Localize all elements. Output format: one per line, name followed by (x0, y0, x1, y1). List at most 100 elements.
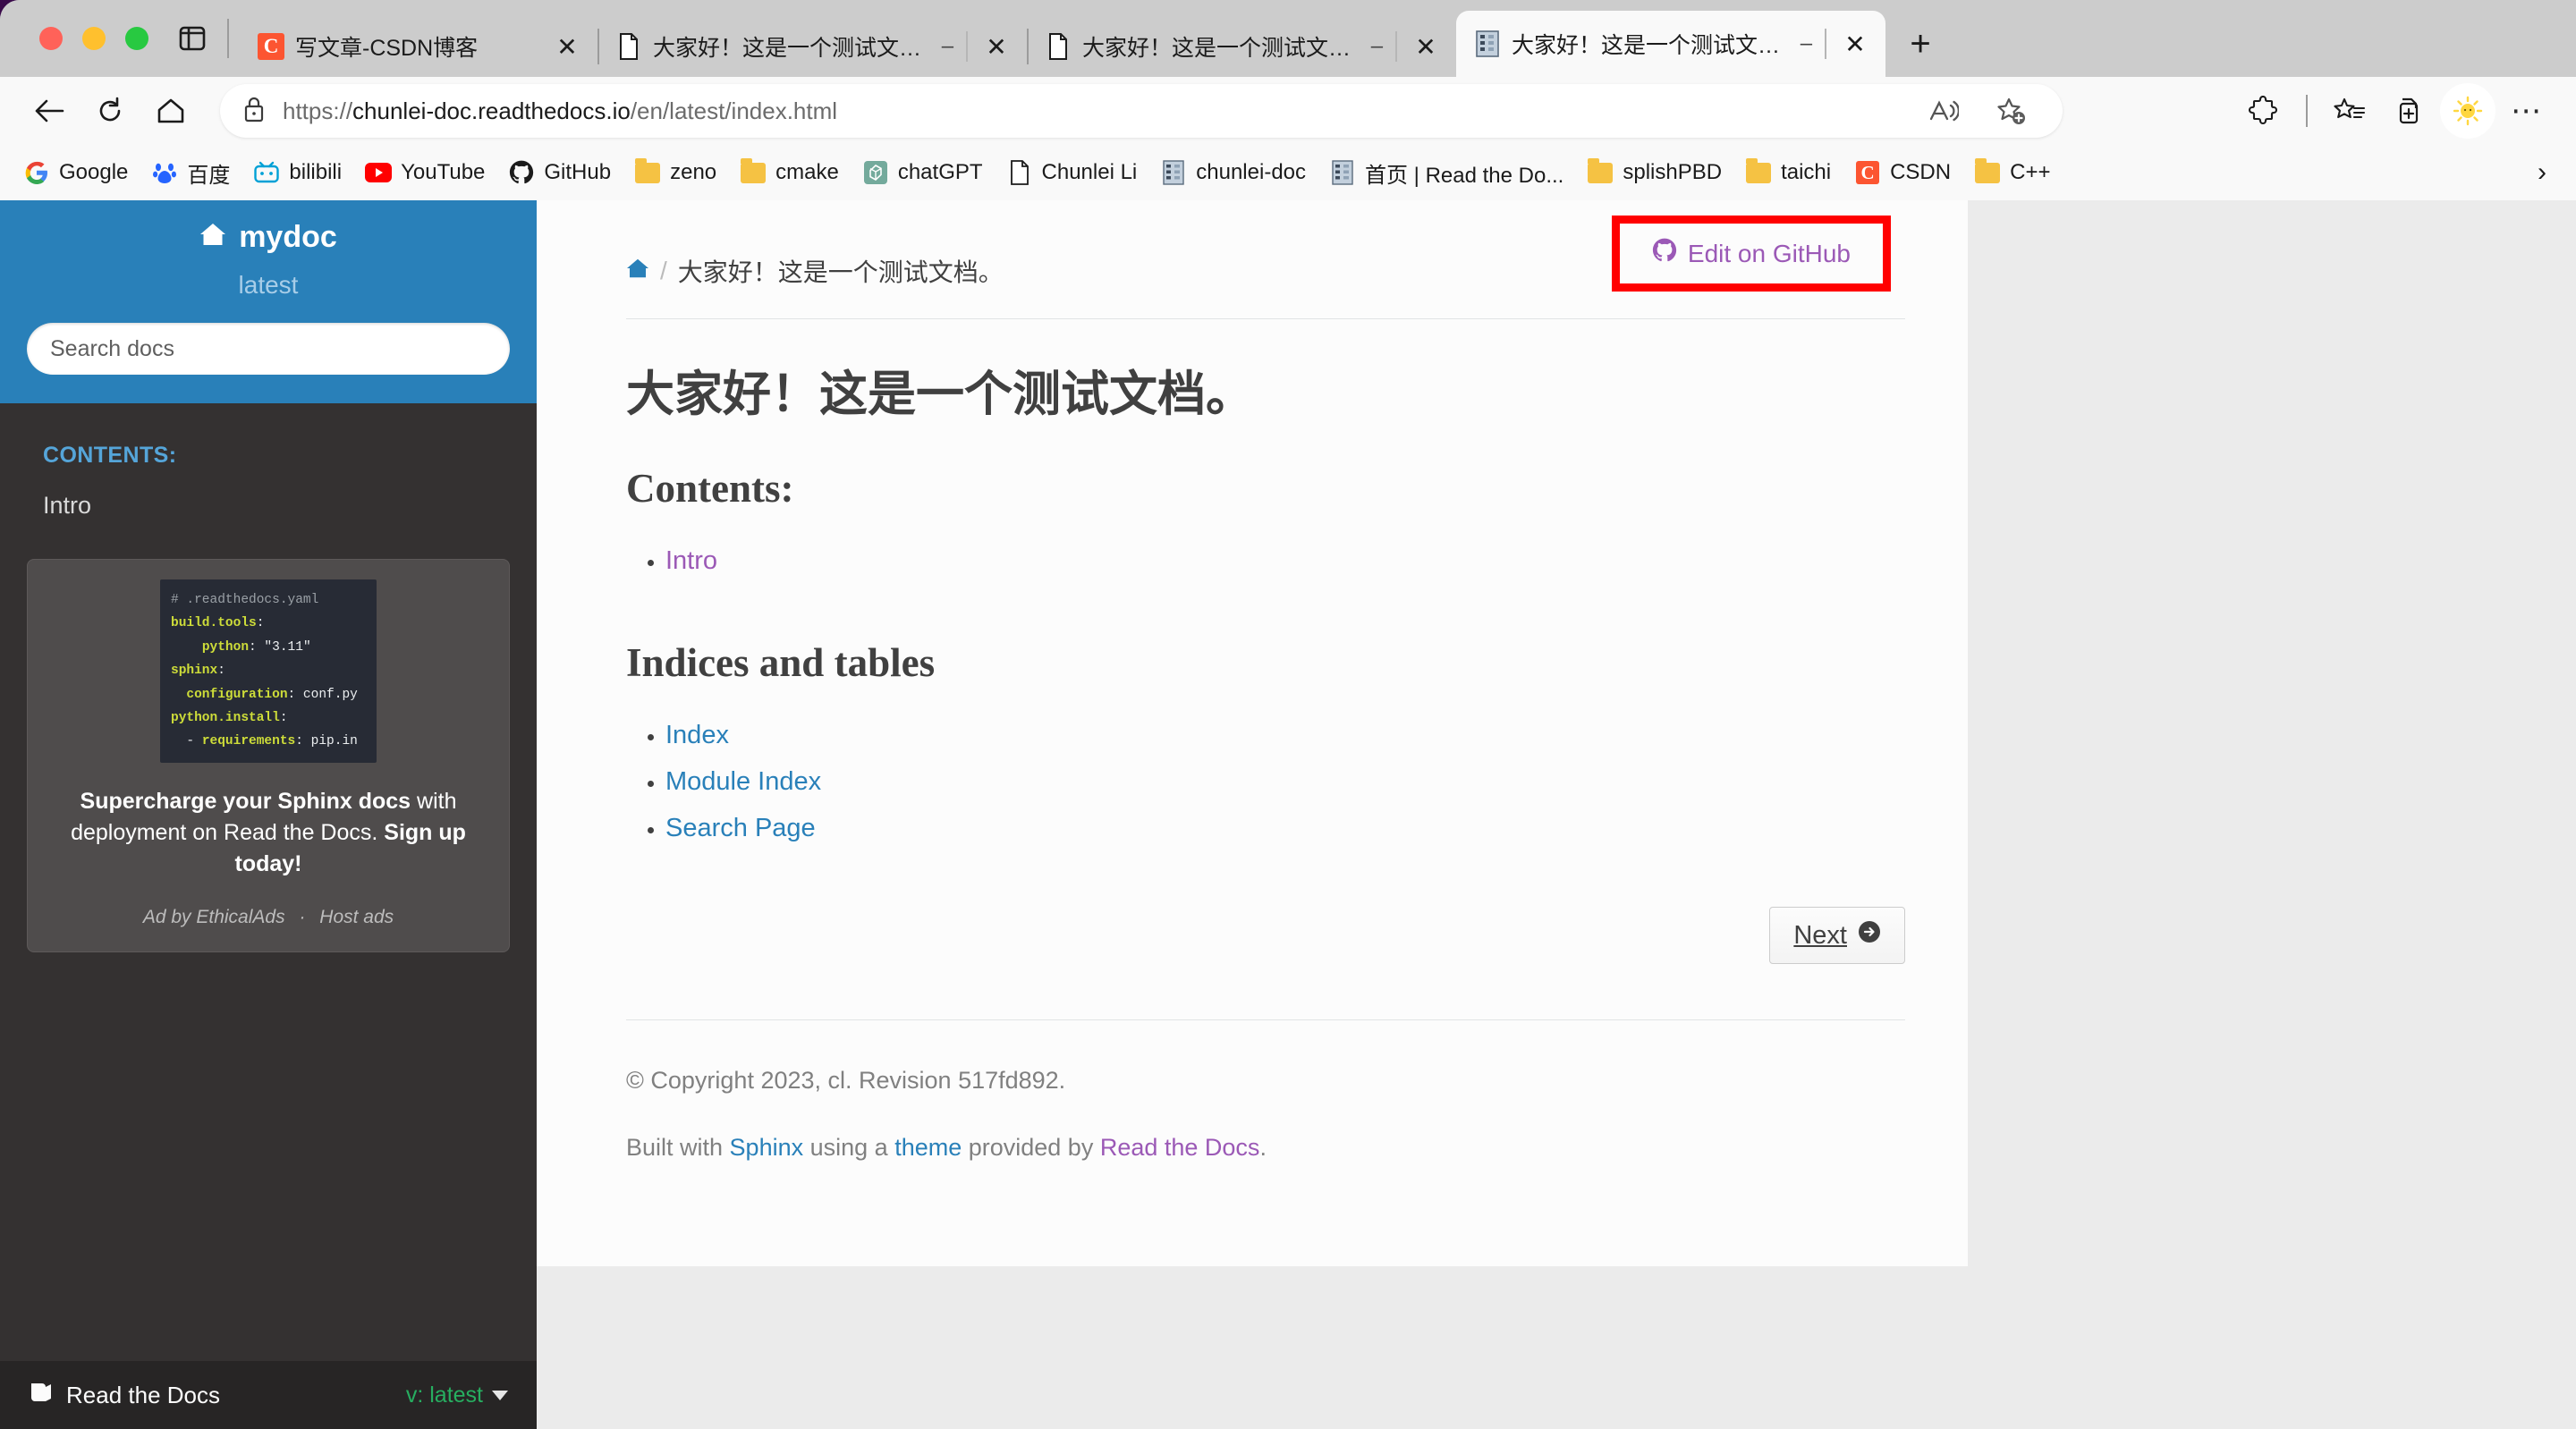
next-button-label: Next (1793, 920, 1847, 950)
read-aloud-icon[interactable] (1916, 83, 1971, 139)
bookmark-label: chatGPT (897, 160, 983, 184)
index-link[interactable]: Index (665, 721, 729, 749)
address-bar[interactable]: https://chunlei-doc.readthedocs.io/en/la… (220, 84, 2063, 138)
readthedocs-link[interactable]: Read the Docs (1100, 1134, 1260, 1161)
version-selector[interactable]: v: latest (406, 1382, 508, 1408)
toc-link-intro[interactable]: Intro (665, 546, 717, 575)
browser-toolbar: https://chunlei-doc.readthedocs.io/en/la… (0, 77, 2576, 145)
bookmark-cmake[interactable]: cmake (729, 153, 850, 192)
close-window-button[interactable] (39, 27, 63, 50)
bookmark-chatgpt[interactable]: chatGPT (852, 153, 994, 192)
docs-content-area: / 大家好！这是一个测试文档。 Edit on GitHub 大家好！这是一个测… (537, 200, 2576, 1429)
mute-tab-icon[interactable]: – (940, 34, 955, 59)
book-icon (29, 1382, 54, 1409)
close-tab-button[interactable]: ✕ (1408, 29, 1444, 64)
copyright-text: © Copyright 2023, cl. Revision 517fd892. (626, 1067, 1066, 1095)
home-icon[interactable] (626, 257, 649, 285)
document-icon (1045, 33, 1072, 60)
document-icon (1006, 159, 1033, 186)
next-button[interactable]: Next (1769, 907, 1905, 965)
bilibili-icon (253, 159, 280, 186)
window-controls (16, 0, 168, 77)
bookmark-label: cmake (775, 160, 839, 184)
edit-on-github-link[interactable]: Edit on GitHub (1652, 238, 1851, 269)
browser-tab-1[interactable]: C 写文章-CSDN博客 ✕ (240, 16, 597, 77)
module-index-link[interactable]: Module Index (665, 767, 821, 796)
bookmark-zeno[interactable]: zeno (623, 153, 727, 192)
maximize-window-button[interactable] (125, 27, 148, 50)
collections-icon[interactable] (2322, 83, 2377, 139)
indices-list: Index Module Index Search Page (665, 713, 1905, 851)
split-screen-icon[interactable] (2381, 83, 2436, 139)
browser-tab-3[interactable]: 大家好！这是一个测试文档。 – ✕ (1027, 16, 1456, 77)
sun-icon[interactable] (2440, 83, 2496, 139)
bookmark-chunlei-doc[interactable]: chunlei-doc (1149, 153, 1317, 192)
toolbar-actions: ⋯ (2236, 83, 2555, 139)
bookmark-splishpbd[interactable]: splishPBD (1576, 153, 1733, 192)
github-icon (508, 159, 535, 186)
sidebar-item-intro[interactable]: Intro (0, 469, 537, 528)
bookmark-chunlei-li[interactable]: Chunlei Li (996, 153, 1148, 192)
bookmark-youtube[interactable]: YouTube (354, 153, 496, 192)
bookmark-readthedocs-home[interactable]: 首页 | Read the Do... (1318, 151, 1574, 195)
folder-icon (1745, 157, 1772, 186)
bookmark-label: C++ (2010, 160, 2051, 184)
panel-icon[interactable] (168, 14, 216, 63)
ad-by-label[interactable]: Ad by EthicalAds (143, 907, 285, 927)
sidebar-footer: Read the Docs v: latest (0, 1361, 537, 1429)
add-favorite-icon[interactable] (1984, 83, 2039, 139)
address-bar-text: https://chunlei-doc.readthedocs.io/en/la… (283, 97, 838, 124)
csdn-icon: C (258, 33, 284, 60)
search-page-link[interactable]: Search Page (665, 814, 816, 842)
host-ads-link[interactable]: Host ads (319, 907, 394, 927)
docs-sidebar: mydoc latest CONTENTS: Intro # .readthed… (0, 200, 537, 1429)
minimize-window-button[interactable] (82, 27, 106, 50)
browser-tab-4-active[interactable]: 大家好！这是一个测试文档。 – ✕ (1456, 11, 1885, 77)
browser-tab-2[interactable]: 大家好！这是一个测试文档。 – ✕ (597, 16, 1027, 77)
search-input[interactable] (27, 323, 510, 375)
sphinx-link[interactable]: Sphinx (730, 1134, 804, 1161)
bookmark-github[interactable]: GitHub (497, 153, 622, 192)
bookmark-baidu[interactable]: 百度 (140, 151, 241, 195)
page-viewport: mydoc latest CONTENTS: Intro # .readthed… (0, 200, 2576, 1429)
tab-strip: C 写文章-CSDN博客 ✕ 大家好！这是一个测试文档。 – ✕ 大家好！这是一… (0, 0, 2576, 77)
github-icon (1652, 238, 1677, 269)
bookmark-label: Chunlei Li (1041, 160, 1138, 184)
home-icon[interactable] (143, 83, 199, 139)
theme-link[interactable]: theme (894, 1134, 962, 1161)
mute-tab-icon[interactable]: – (1369, 34, 1385, 59)
edit-on-github-highlight: Edit on GitHub (1611, 216, 1891, 292)
lock-icon[interactable] (243, 96, 265, 127)
close-tab-button[interactable]: ✕ (979, 29, 1014, 64)
close-tab-button[interactable]: ✕ (549, 29, 585, 64)
sidebar-brand-link[interactable]: mydoc (0, 220, 537, 255)
back-arrow-icon[interactable] (21, 83, 77, 139)
bookmark-google[interactable]: Google (13, 153, 139, 192)
page-title: 大家好！这是一个测试文档。 (626, 368, 1254, 421)
ad-meta: Ad by EthicalAds · Host ads (47, 907, 489, 928)
readthedocs-brand-label: Read the Docs (66, 1381, 220, 1408)
close-tab-button[interactable]: ✕ (1837, 26, 1873, 62)
chevron-right-icon[interactable]: › (2521, 151, 2563, 194)
extensions-icon[interactable] (2236, 83, 2292, 139)
ad-code-image: # .readthedocs.yaml build.tools: python:… (160, 579, 377, 763)
version-selector-label: v: latest (405, 1382, 483, 1408)
bookmark-bilibili[interactable]: bilibili (242, 153, 352, 192)
breadcrumb-row: / 大家好！这是一个测试文档。 Edit on GitHub (626, 216, 1905, 319)
sidebar-ad[interactable]: # .readthedocs.yaml build.tools: python:… (27, 559, 510, 952)
bookmark-cpp[interactable]: C++ (1963, 153, 2061, 192)
sidebar-brand-label: mydoc (239, 220, 337, 254)
tab-list: C 写文章-CSDN博客 ✕ 大家好！这是一个测试文档。 – ✕ 大家好！这是一… (240, 0, 1885, 77)
bookmark-label: GitHub (544, 160, 612, 184)
built-with-text: Built with Sphinx using a theme provided… (626, 1134, 1905, 1162)
new-tab-button[interactable]: + (1894, 18, 1946, 70)
divider (1825, 29, 1826, 59)
mute-tab-icon[interactable]: – (1799, 31, 1814, 56)
bookmark-taichi[interactable]: taichi (1734, 153, 1842, 192)
sidebar-version-label: latest (238, 271, 299, 299)
reload-icon[interactable] (82, 83, 138, 139)
bookmark-csdn[interactable]: C CSDN (1843, 153, 1962, 192)
more-options-icon[interactable]: ⋯ (2499, 83, 2555, 139)
readthedocs-icon (1160, 159, 1187, 186)
readthedocs-brand[interactable]: Read the Docs (29, 1382, 220, 1409)
